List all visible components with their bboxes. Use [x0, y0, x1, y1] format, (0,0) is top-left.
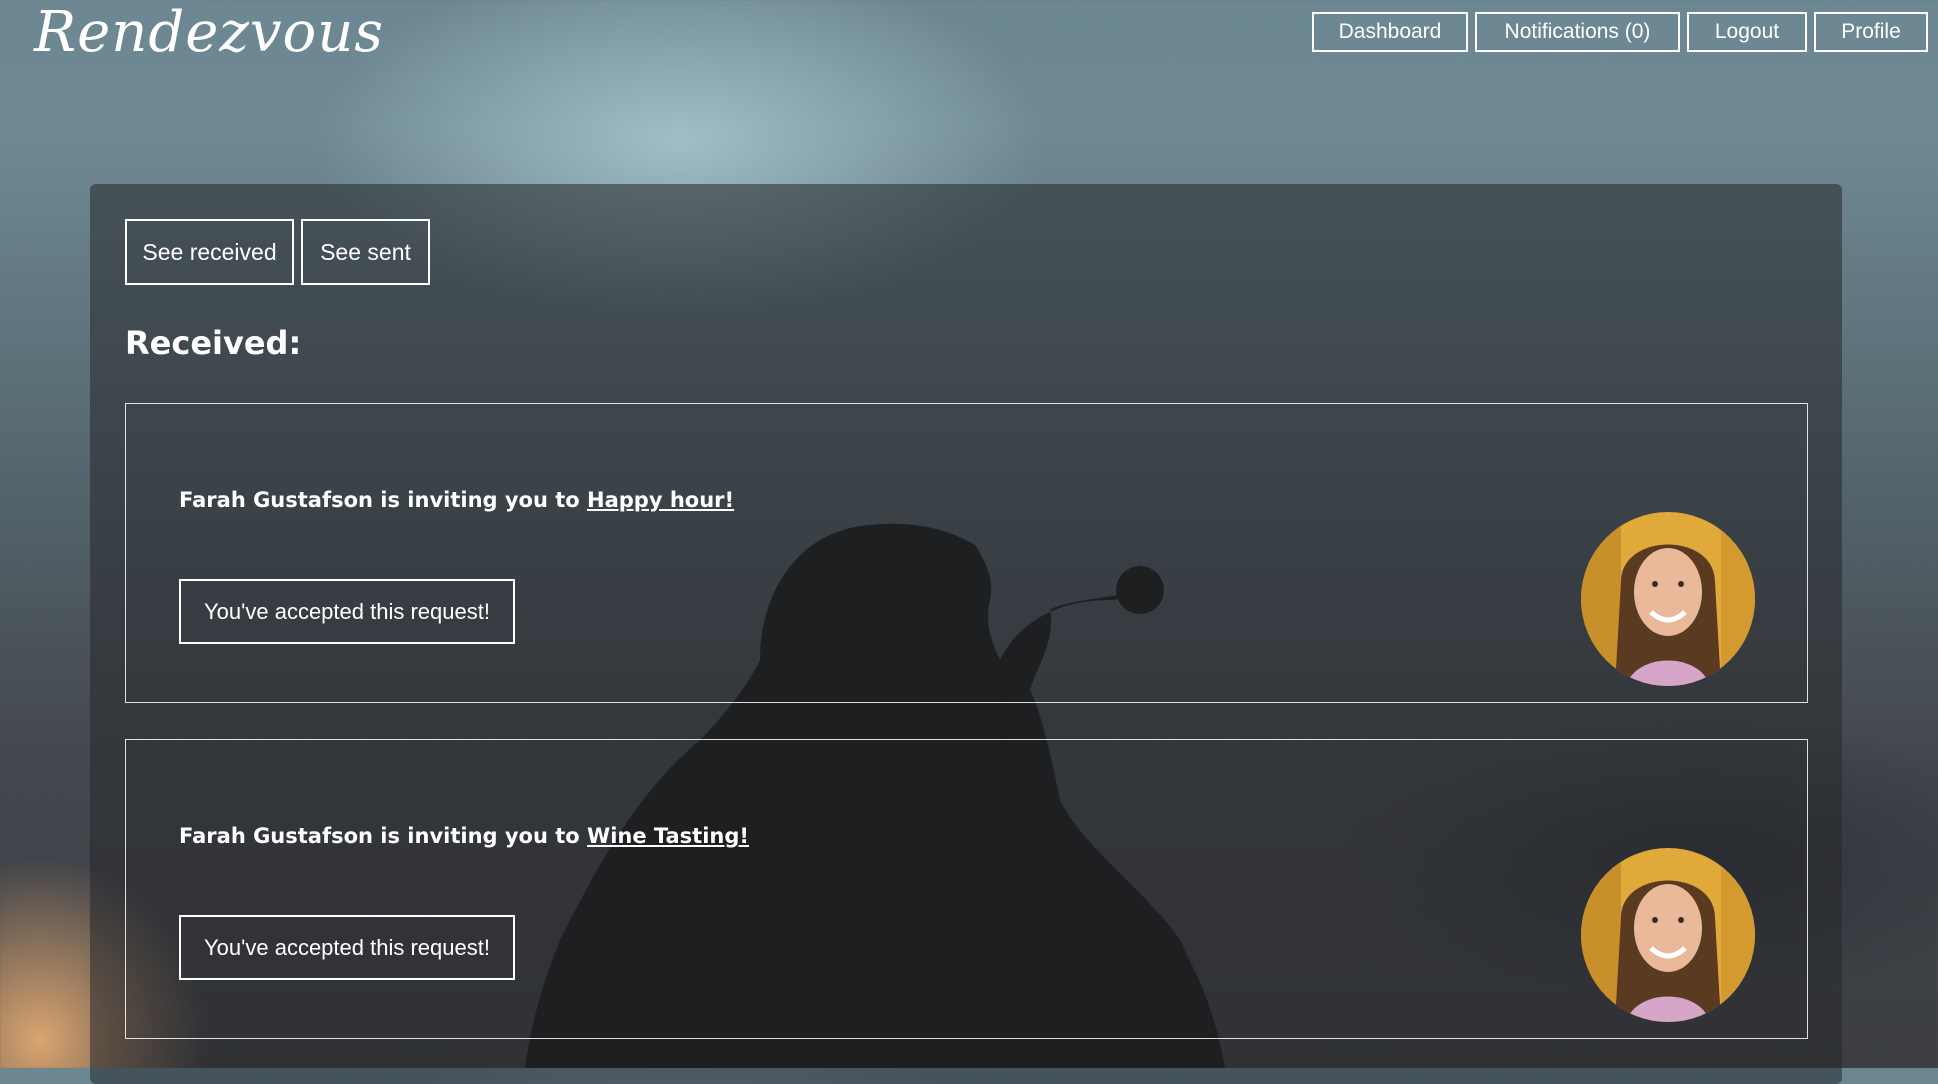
- see-received-button[interactable]: See received: [125, 219, 294, 285]
- logout-button[interactable]: Logout: [1687, 12, 1807, 52]
- invite-text: Farah Gustafson is inviting you to Happy…: [179, 488, 734, 512]
- dashboard-button[interactable]: Dashboard: [1312, 12, 1468, 52]
- sender-name: Farah Gustafson: [179, 488, 373, 512]
- event-link[interactable]: Wine Tasting!: [587, 824, 749, 848]
- avatar-image: [1581, 512, 1755, 686]
- request-filter-toggles: See received See sent: [125, 219, 430, 285]
- accepted-status-button[interactable]: You've accepted this request!: [179, 915, 515, 980]
- sender-avatar[interactable]: [1581, 848, 1755, 1022]
- sender-avatar[interactable]: [1581, 512, 1755, 686]
- invite-text: Farah Gustafson is inviting you to Wine …: [179, 824, 749, 848]
- profile-button[interactable]: Profile: [1814, 12, 1928, 52]
- invite-phrase: is inviting you to: [380, 824, 580, 848]
- app-logo[interactable]: Rendezvous: [34, 0, 384, 65]
- see-sent-button[interactable]: See sent: [301, 219, 430, 285]
- avatar-image: [1581, 848, 1755, 1022]
- request-card: Farah Gustafson is inviting you to Wine …: [125, 739, 1808, 1039]
- notifications-button[interactable]: Notifications (0): [1475, 12, 1680, 52]
- accepted-status-button[interactable]: You've accepted this request!: [179, 579, 515, 644]
- nav-buttons: Dashboard Notifications (0) Logout Profi…: [1312, 12, 1928, 52]
- requests-panel: See received See sent Received: Farah Gu…: [90, 184, 1842, 1084]
- request-card: Farah Gustafson is inviting you to Happy…: [125, 403, 1808, 703]
- event-link[interactable]: Happy hour!: [587, 488, 734, 512]
- section-title: Received:: [125, 324, 302, 362]
- invite-phrase: is inviting you to: [380, 488, 580, 512]
- sender-name: Farah Gustafson: [179, 824, 373, 848]
- top-navbar: Rendezvous Dashboard Notifications (0) L…: [0, 0, 1938, 80]
